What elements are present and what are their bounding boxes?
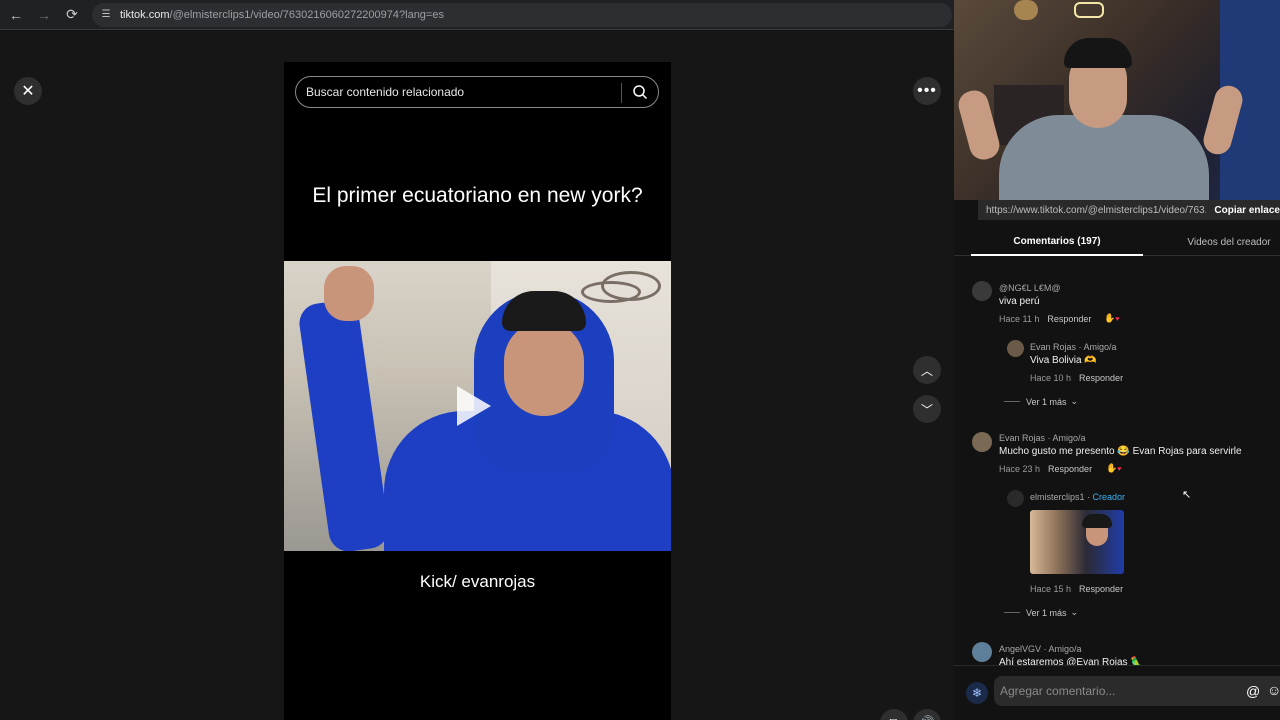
comments-panel: https://www.tiktok.com/@elmisterclips1/v… [954, 0, 1280, 720]
volume-icon[interactable]: 🔊 [913, 709, 941, 720]
reply-button[interactable]: Responder [1079, 584, 1123, 594]
avatar[interactable] [1007, 490, 1024, 507]
snowflake-icon: ❄ [966, 682, 988, 704]
video-frame[interactable] [284, 261, 671, 551]
previous-video-icon[interactable]: ︿ [913, 356, 941, 384]
creator-badge: Creador [1092, 492, 1126, 502]
comment-time: Hace 10 h [1030, 373, 1072, 383]
comment-placeholder: Agregar comentario... [1000, 684, 1116, 698]
emoji-icon[interactable]: ☺ [1267, 682, 1280, 698]
share-link-row: https://www.tiktok.com/@elmisterclips1/v… [978, 200, 1280, 220]
video-caption-top: El primer ecuatoriano en new york? [312, 184, 643, 207]
video-player[interactable]: Buscar contenido relacionado El primer e… [284, 62, 671, 720]
view-more-replies[interactable]: Ver 1 más ⌄ [1004, 396, 1078, 407]
search-icon[interactable] [632, 84, 648, 100]
like-icon[interactable]: ✋♥ [1106, 463, 1121, 474]
view-more-replies[interactable]: Ver 1 más ⌄ [1004, 607, 1078, 618]
tab-comments[interactable]: Comentarios (197) [971, 228, 1143, 256]
tab-creator-videos[interactable]: Videos del creador [1164, 228, 1280, 256]
comment-time: Hace 15 h [1030, 584, 1072, 594]
avatar[interactable] [972, 432, 992, 452]
address-bar[interactable]: ☰ tiktok.com/@elmisterclips1/video/76302… [92, 2, 952, 27]
url-domain: tiktok.com [120, 8, 170, 21]
comment-text: viva perú [999, 296, 1040, 307]
comment-meta: Hace 15 h Responder [1030, 584, 1123, 594]
comment-text: Mucho gusto me presento 😂 Evan Rojas par… [999, 446, 1242, 457]
video-caption-bottom: Kick/ evanrojas [419, 572, 536, 591]
reply-button[interactable]: Responder [1079, 373, 1123, 383]
picture-in-picture-icon[interactable]: ⧉ [880, 709, 908, 720]
comment-meta: Hace 10 h Responder [1030, 373, 1123, 383]
site-settings-icon[interactable]: ☰ [98, 7, 114, 23]
url-path: /@elmisterclips1/video/76302160602722009… [169, 8, 444, 21]
avatar[interactable] [1007, 340, 1024, 357]
comment-list: @NG€L L€M@ viva perú Hace 11 h Responder … [954, 270, 1280, 665]
reply-button[interactable]: Responder [1048, 464, 1092, 474]
panel-tabs: Comentarios (197) Videos del creador [954, 228, 1280, 256]
forward-icon[interactable]: → [32, 3, 56, 27]
browser-toolbar: ← → ⟳ ☰ tiktok.com/@elmisterclips1/video… [0, 0, 954, 30]
comment-text: Ahí estaremos @Evan Rojas 🦜 [999, 657, 1143, 665]
video-stage: ✕ ••• ︿ ﹀ ⧉ 🔊 Buscar contenido relaciona… [0, 31, 954, 720]
reload-icon[interactable]: ⟳ [60, 3, 84, 27]
next-video-icon[interactable]: ﹀ [913, 395, 941, 423]
chevron-down-icon: ⌄ [1070, 607, 1079, 617]
like-icon[interactable]: ✋♥ [1104, 313, 1119, 324]
share-link-text: https://www.tiktok.com/@elmisterclips1/v… [986, 204, 1207, 216]
comment-author[interactable]: Evan Rojas · Amigo/a [999, 433, 1086, 443]
comment-time: Hace 11 h [999, 314, 1040, 324]
search-divider [621, 83, 622, 103]
comment-text: Viva Bolivia 🫶 [1030, 355, 1097, 366]
comment-author[interactable]: Evan Rojas · Amigo/a [1030, 342, 1117, 352]
comment-composer: ❄ Agregar comentario... @ ☺ [954, 665, 1280, 720]
chevron-down-icon: ⌄ [1070, 396, 1079, 406]
comment-author[interactable]: @NG€L L€M@ [999, 283, 1060, 293]
comment-meta: Hace 11 h Responder [999, 314, 1091, 324]
search-placeholder: Buscar contenido relacionado [306, 85, 465, 99]
comment-author[interactable]: elmisterclips1 · Creador [1030, 492, 1125, 502]
mention-icon[interactable]: @ [1246, 683, 1260, 699]
comment-input[interactable]: Agregar comentario... [994, 676, 1280, 706]
avatar[interactable] [972, 642, 992, 662]
related-search-input[interactable]: Buscar contenido relacionado [295, 76, 659, 108]
copy-link-button[interactable]: Copiar enlace [1206, 205, 1280, 216]
avatar[interactable] [972, 281, 992, 301]
comment-time: Hace 23 h [999, 464, 1041, 474]
back-icon[interactable]: ← [4, 3, 28, 27]
webcam-overlay [954, 0, 1280, 200]
close-icon[interactable]: ✕ [14, 77, 42, 105]
play-icon[interactable] [457, 386, 491, 426]
comment-author[interactable]: AngelVGV · Amigo/a [999, 644, 1082, 654]
comment-meta: Hace 23 h Responder [999, 464, 1092, 474]
mouse-cursor-icon: ↖ [1182, 489, 1192, 501]
reply-button[interactable]: Responder [1047, 314, 1091, 324]
more-options-icon[interactable]: ••• [913, 77, 941, 105]
reply-image[interactable] [1030, 510, 1124, 574]
